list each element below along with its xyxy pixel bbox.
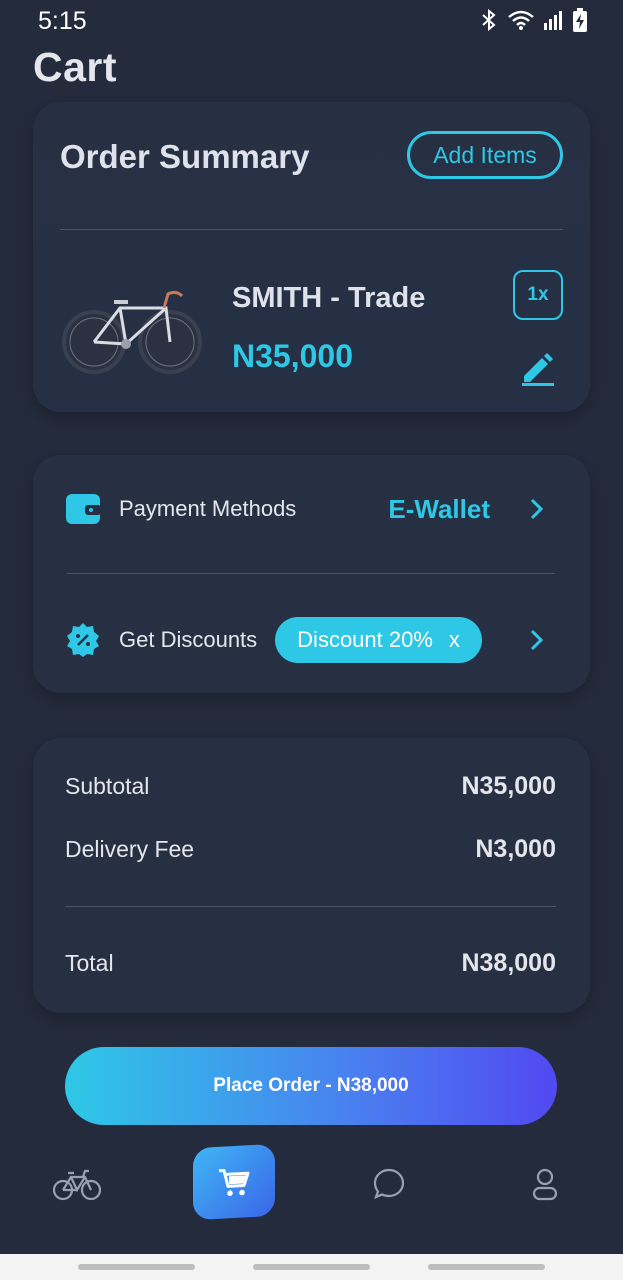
system-nav-pill[interactable] [78, 1264, 195, 1270]
bottom-nav [0, 1134, 623, 1254]
payment-method-value: E-Wallet [388, 493, 490, 524]
bicycle-icon [53, 1169, 101, 1201]
profile-icon [532, 1168, 558, 1201]
remove-discount-button[interactable]: x [449, 627, 460, 653]
bluetooth-icon [482, 8, 496, 32]
discount-tag-label: Discount 20% [297, 627, 433, 652]
quantity-button[interactable]: 1x [513, 270, 563, 320]
payment-methods-row[interactable]: Payment Methods E-Wallet [65, 479, 558, 539]
discount-tag[interactable]: Discount 20% x [275, 617, 482, 663]
nav-bikes[interactable] [32, 1134, 122, 1234]
page-title: Cart [33, 44, 118, 90]
cart-icon [219, 1169, 250, 1197]
totals-card: Subtotal N35,000 Delivery Fee N3,000 Tot… [33, 738, 590, 1013]
order-summary-title: Order Summary [60, 138, 310, 175]
battery-icon [573, 8, 587, 32]
nav-cart[interactable] [193, 1143, 275, 1221]
order-summary-card: Order Summary Add Items SMITH - Trade N3… [33, 102, 590, 412]
delivery-fee-value: N3,000 [475, 835, 556, 863]
place-order-button[interactable]: Place Order - N38,000 [65, 1047, 557, 1125]
discounts-row[interactable]: Get Discounts Discount 20% x [65, 610, 558, 670]
subtotal-value: N35,000 [461, 772, 556, 800]
chevron-right-icon[interactable] [524, 628, 548, 652]
bicycle-product-image [62, 290, 202, 374]
wallet-icon [66, 494, 101, 524]
signal-icon [544, 11, 562, 30]
nav-profile[interactable] [500, 1134, 590, 1234]
system-navigation-bar [0, 1254, 623, 1280]
edit-icon[interactable] [520, 350, 556, 386]
delivery-fee-row: Delivery Fee N3,000 [65, 835, 556, 864]
payment-card: Payment Methods E-Wallet Get Discounts D… [33, 455, 590, 693]
nav-messages[interactable] [344, 1134, 434, 1234]
product-price: N35,000 [232, 338, 353, 374]
system-nav-pill[interactable] [253, 1264, 370, 1270]
chat-icon [373, 1168, 405, 1199]
divider [60, 229, 563, 230]
discounts-label: Get Discounts [119, 627, 258, 652]
total-label: Total [65, 950, 114, 976]
total-row: Total N38,000 [65, 949, 556, 978]
total-value: N38,000 [461, 949, 556, 977]
subtotal-label: Subtotal [65, 773, 150, 799]
divider [67, 573, 555, 574]
delivery-fee-label: Delivery Fee [65, 836, 195, 862]
chevron-right-icon[interactable] [524, 497, 548, 521]
payment-methods-label: Payment Methods [119, 496, 297, 521]
status-bar: 5:15 [0, 0, 623, 44]
divider [65, 906, 556, 907]
wifi-icon [508, 10, 534, 30]
discount-badge-icon [67, 623, 99, 657]
system-nav-pill[interactable] [428, 1264, 545, 1270]
product-name: SMITH - Trade [232, 282, 426, 314]
status-icons [479, 8, 587, 32]
add-items-button[interactable]: Add Items [407, 131, 563, 179]
status-time: 5:15 [38, 7, 87, 35]
subtotal-row: Subtotal N35,000 [65, 772, 556, 801]
